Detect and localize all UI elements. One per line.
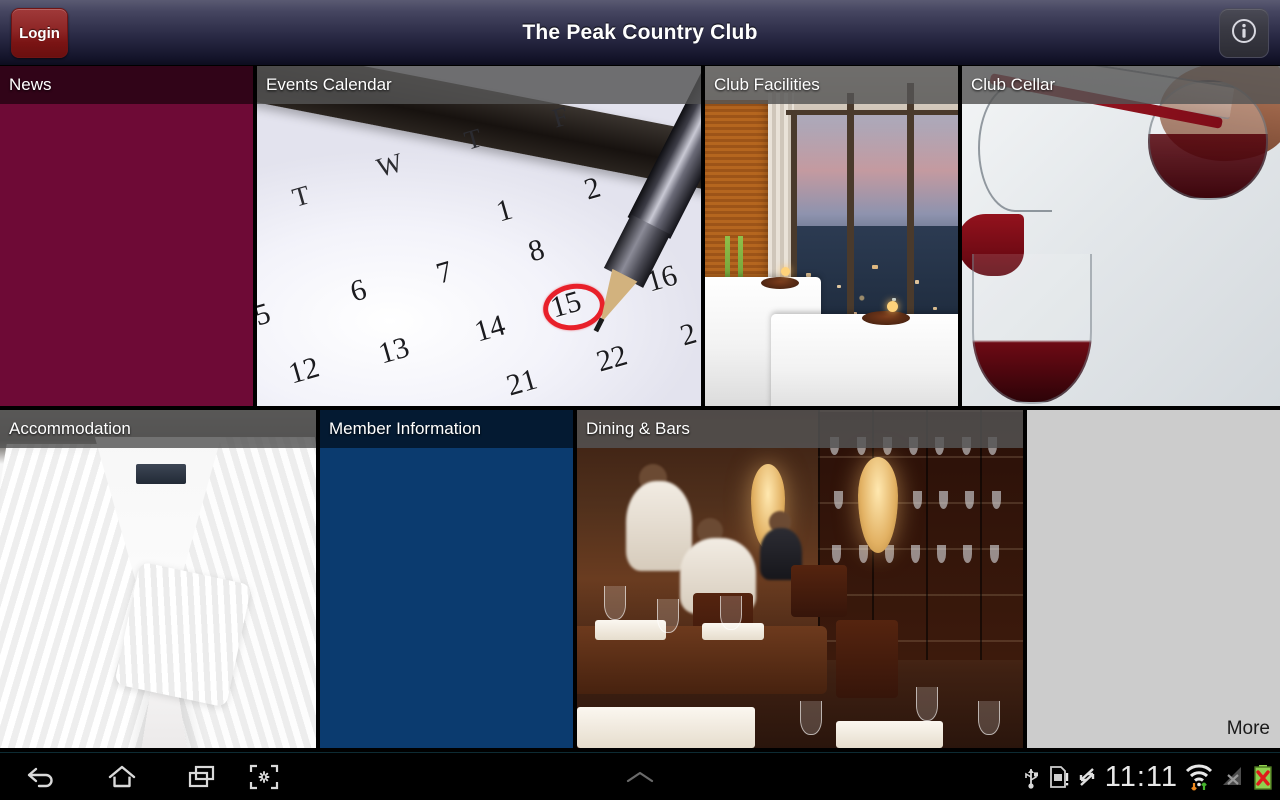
- recents-icon[interactable]: [170, 753, 234, 800]
- tile-club-facilities-label: Club Facilities: [705, 66, 958, 104]
- battery-error-icon: [1252, 763, 1274, 791]
- tile-club-cellar[interactable]: Club Cellar: [962, 66, 1280, 406]
- page-title: The Peak Country Club: [522, 21, 758, 44]
- spa-artwork: [705, 66, 958, 406]
- sync-icon: [1075, 764, 1099, 790]
- tile-accommodation-label: Accommodation: [0, 410, 316, 448]
- status-clock: 11:11: [1104, 760, 1178, 793]
- tile-member-information[interactable]: Member Information: [320, 410, 573, 748]
- wine-pour-artwork: [962, 66, 1280, 406]
- sim-card-alert-icon: [1047, 764, 1069, 790]
- screenshot-icon[interactable]: [232, 753, 296, 800]
- usb-icon: [1021, 764, 1041, 790]
- tile-member-information-label: Member Information: [320, 410, 573, 448]
- wine-glass-icon: [972, 254, 1092, 404]
- wifi-icon: [1184, 762, 1214, 792]
- system-navigation-bar: 11:11: [0, 752, 1280, 800]
- info-button[interactable]: [1219, 8, 1269, 58]
- tile-news[interactable]: News: [0, 66, 253, 406]
- more-panel[interactable]: More: [1027, 410, 1280, 748]
- app-screen: Login The Peak Country Club News T W T F…: [0, 0, 1280, 800]
- cellular-signal-off-icon: [1220, 764, 1246, 790]
- tile-events-calendar[interactable]: T W T F 1 2 5 6 7 8 12 13 14 15 16 21 22…: [257, 66, 701, 406]
- robe-label-tag-icon: [135, 464, 187, 485]
- tile-grid: News T W T F 1 2 5 6 7 8 12 13 14 15 16: [0, 66, 1280, 752]
- restaurant-artwork: [577, 410, 1023, 748]
- calendar-artwork: T W T F 1 2 5 6 7 8 12 13 14 15 16 21 22…: [257, 66, 701, 406]
- chevron-up-icon[interactable]: [608, 753, 672, 800]
- status-icons: 11:11: [1021, 753, 1274, 800]
- tile-dining-and-bars[interactable]: Dining & Bars: [577, 410, 1023, 748]
- more-label: More: [1226, 718, 1270, 739]
- tile-accommodation[interactable]: Accommodation: [0, 410, 316, 748]
- info-circle-icon: [1230, 17, 1258, 50]
- bathrobe-artwork: [0, 410, 316, 748]
- tile-club-cellar-label: Club Cellar: [962, 66, 1280, 104]
- home-icon[interactable]: [90, 753, 154, 800]
- title-bar: Login The Peak Country Club: [0, 0, 1280, 66]
- tile-news-label: News: [0, 66, 253, 104]
- tile-dining-and-bars-label: Dining & Bars: [577, 410, 1023, 448]
- tile-club-facilities[interactable]: Club Facilities: [705, 66, 958, 406]
- back-icon[interactable]: [10, 753, 74, 800]
- tile-events-calendar-label: Events Calendar: [257, 66, 701, 104]
